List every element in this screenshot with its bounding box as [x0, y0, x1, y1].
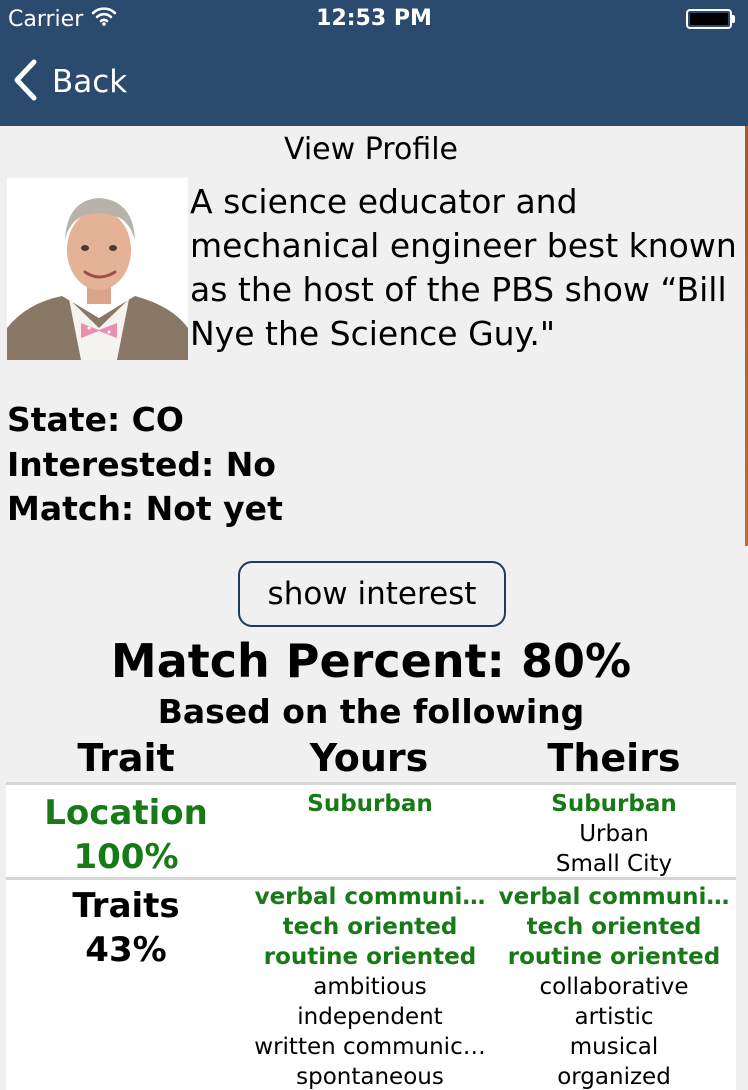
- list-item: independent: [297, 1004, 443, 1030]
- yours-list-traits: verbal communi… tech oriented routine orie…: [248, 882, 492, 1090]
- row-label-percent: 100%: [73, 837, 179, 877]
- column-header-trait: Trait: [77, 736, 175, 780]
- list-item: Small City: [555, 851, 673, 877]
- match-percent: Match Percent: 80%: [110, 634, 632, 688]
- column-header-yours: Yours: [309, 736, 429, 780]
- theirs-list-location: Suburban Urban Small City: [492, 789, 736, 879]
- match-row-location: Location 100% Suburban Suburban Urban Smal…: [6, 782, 736, 879]
- profile-bio: A science educator and mechanical engine…: [190, 182, 737, 353]
- row-label-name: Location: [44, 793, 208, 833]
- list-item: tech oriented: [282, 914, 458, 940]
- list-item: Suburban: [551, 791, 677, 817]
- list-item: spontaneous: [296, 1064, 444, 1090]
- profile-state: State: CO: [7, 400, 184, 439]
- list-item: verbal communi…: [254, 884, 486, 910]
- list-item: organized: [557, 1064, 671, 1090]
- list-item: Suburban: [307, 791, 433, 817]
- list-item: collaborative: [539, 974, 689, 1000]
- show-interest-button[interactable]: show interest: [238, 561, 506, 627]
- yours-list-location: Suburban: [248, 789, 492, 819]
- list-item: written communic…: [254, 1034, 486, 1060]
- list-item: tech oriented: [526, 914, 702, 940]
- list-item: verbal communi…: [498, 884, 730, 910]
- list-item: musical: [569, 1034, 659, 1060]
- row-label-percent: 43%: [85, 930, 167, 970]
- profile-match-status: Match: Not yet: [7, 489, 283, 528]
- status-time: 12:53 PM: [316, 6, 432, 31]
- match-row-traits: Traits 43% verbal communi… tech oriented r…: [6, 877, 736, 1090]
- row-label-location: Location 100%: [6, 791, 246, 879]
- profile-interested: Interested: No: [7, 445, 276, 484]
- list-item: routine oriented: [263, 944, 477, 970]
- list-item: ambitious: [313, 974, 427, 1000]
- profile-photo: [7, 178, 188, 360]
- column-header-theirs: Theirs: [547, 736, 681, 780]
- list-item: artistic: [574, 1004, 654, 1030]
- battery-icon: [686, 8, 736, 30]
- row-label-name: Traits: [72, 886, 180, 926]
- theirs-list-traits: verbal communi… tech oriented routine orie…: [492, 882, 736, 1090]
- row-label-traits: Traits 43%: [6, 884, 246, 972]
- match-subtitle: Based on the following: [157, 692, 585, 731]
- navigation-bar: Carrier 12:53 PM Back: [0, 0, 748, 126]
- page-title: View Profile: [283, 132, 458, 167]
- back-button[interactable]: Back: [12, 58, 127, 106]
- back-label: Back: [52, 64, 128, 100]
- list-item: Urban: [579, 821, 649, 847]
- list-item: routine oriented: [507, 944, 721, 970]
- chevron-left-icon: [12, 58, 38, 106]
